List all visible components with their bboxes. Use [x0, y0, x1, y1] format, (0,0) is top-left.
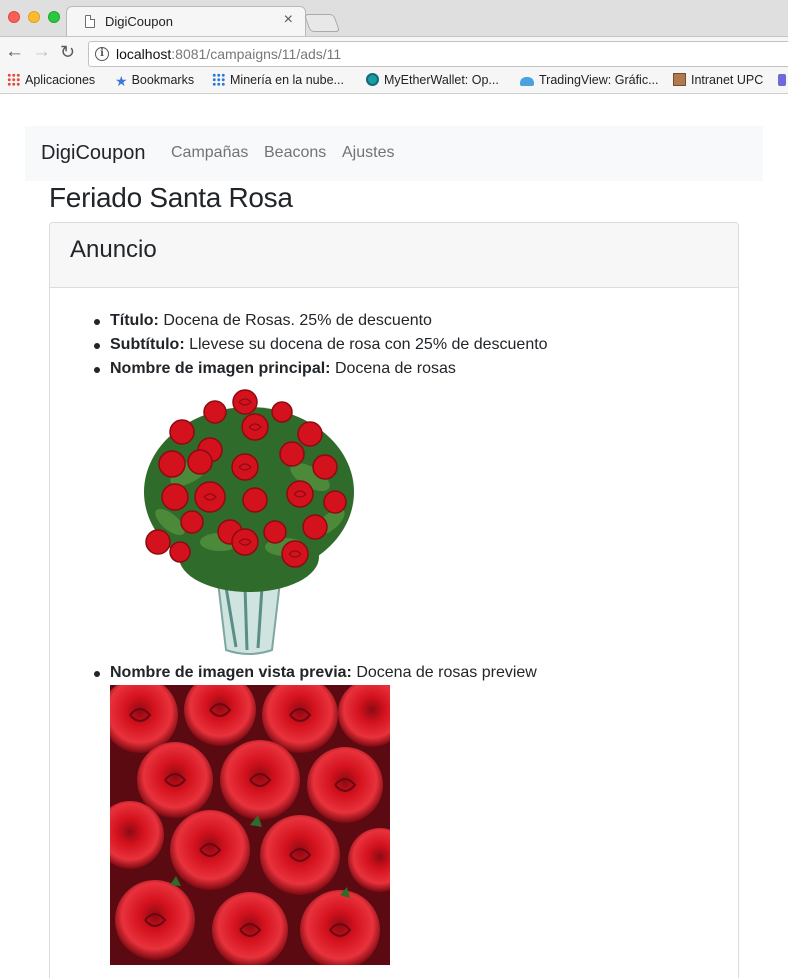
- bookmark-aplicaciones[interactable]: Aplicaciones: [7, 73, 95, 87]
- field-label: Título:: [110, 312, 159, 329]
- card-header: Anuncio: [50, 223, 738, 288]
- field-label: Nombre de imagen vista previa:: [110, 664, 352, 681]
- reload-icon[interactable]: ↻: [60, 42, 75, 63]
- field-label: Subtítulo:: [110, 336, 185, 353]
- list-item: Título: Docena de Rosas. 25% de descuent…: [94, 312, 432, 330]
- page-title: Feriado Santa Rosa: [49, 182, 293, 213]
- field-label: Nombre de imagen principal:: [110, 360, 331, 377]
- navbar-brand[interactable]: DigiCoupon: [41, 142, 146, 165]
- list-item: Subtítulo: Llevese su docena de rosa con…: [94, 336, 548, 354]
- tab-title: DigiCoupon: [105, 14, 173, 29]
- field-value: Docena de rosas: [334, 360, 456, 377]
- browser-tab[interactable]: DigiCoupon ×: [66, 6, 306, 36]
- close-window-button[interactable]: [8, 11, 20, 23]
- list-item: Nombre de imagen principal: Docena de ro…: [94, 360, 456, 378]
- field-value: Docena de Rosas. 25% de descuento: [163, 312, 432, 329]
- main-image-rose-bouquet: [110, 382, 388, 660]
- extension-icon: [778, 74, 786, 86]
- bookmark-intranet-upc[interactable]: Intranet UPC: [673, 73, 763, 87]
- browser-tabstrip: DigiCoupon ×: [0, 0, 788, 36]
- bookmark-bookmarks[interactable]: ★ Bookmarks: [115, 73, 194, 89]
- apps-grid-icon: [7, 73, 20, 86]
- nav-link-ajustes[interactable]: Ajustes: [342, 144, 394, 162]
- bookmark-overflow[interactable]: [778, 73, 788, 87]
- new-tab-button[interactable]: [303, 14, 341, 32]
- star-icon: ★: [115, 73, 128, 89]
- cloud-icon: [520, 77, 534, 86]
- nav-link-campanas[interactable]: Campañas: [171, 144, 248, 162]
- card-title: Anuncio: [70, 236, 157, 263]
- list-item: Nombre de imagen vista previa: Docena de…: [94, 664, 537, 682]
- bookmark-myetherwallet[interactable]: MyEtherWallet: Op...: [366, 73, 499, 87]
- address-bar[interactable]: i localhost:8081/campaigns/11/ads/11: [88, 41, 788, 67]
- field-value: Llevese su docena de rosa con 25% de des…: [189, 336, 548, 353]
- ether-icon: [366, 73, 379, 86]
- app-navbar: DigiCoupon Campañas Beacons Ajustes: [25, 126, 763, 181]
- field-value: Docena de rosas preview: [356, 664, 537, 681]
- back-arrow-icon[interactable]: ←: [5, 41, 24, 63]
- favicon-photo-icon: [673, 73, 686, 86]
- info-icon[interactable]: i: [95, 47, 109, 61]
- minimize-window-button[interactable]: [28, 11, 40, 23]
- browser-toolbar: ← → ↻ i localhost:8081/campaigns/11/ads/…: [0, 36, 788, 70]
- document-icon: [85, 15, 95, 28]
- preview-image-red-roses: [110, 685, 390, 965]
- zoom-window-button[interactable]: [48, 11, 60, 23]
- url-text[interactable]: localhost:8081/campaigns/11/ads/11: [116, 46, 341, 62]
- bookmark-tradingview[interactable]: TradingView: Gráfic...: [520, 73, 659, 87]
- forward-arrow-icon[interactable]: →: [32, 41, 51, 63]
- bookmark-mineria[interactable]: Minería en la nube...: [212, 73, 344, 87]
- bookmarks-bar: Aplicaciones ★ Bookmarks Minería en la nu…: [0, 70, 788, 94]
- tab-close-icon[interactable]: ×: [284, 11, 293, 29]
- grid-icon: [212, 73, 225, 86]
- nav-link-beacons[interactable]: Beacons: [264, 144, 326, 162]
